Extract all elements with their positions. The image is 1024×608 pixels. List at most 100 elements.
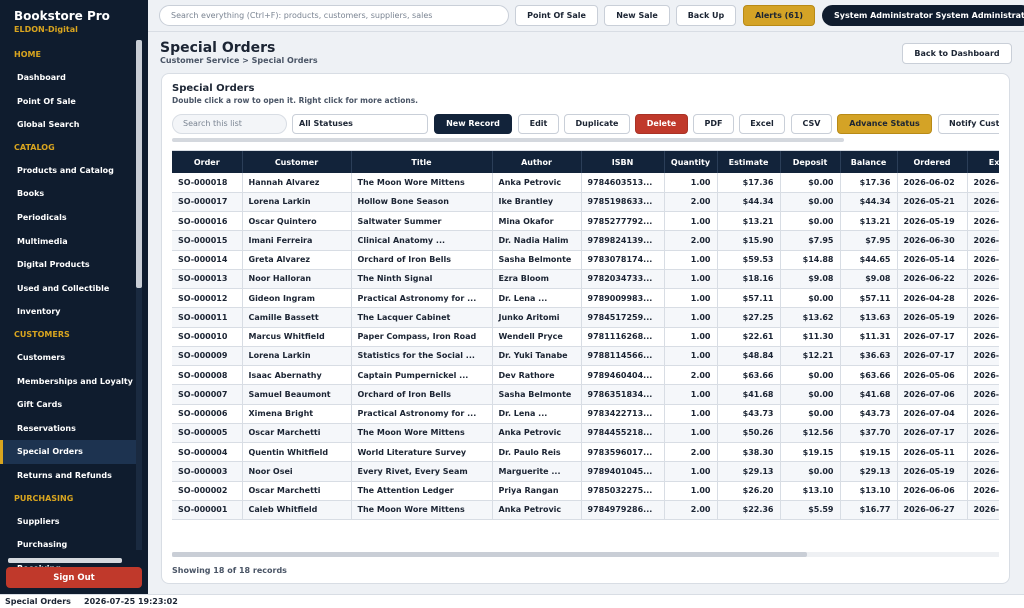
sidebar-item-memberships-and-loyalty[interactable]: Memberships and Loyalty — [0, 370, 136, 394]
sign-out-button[interactable]: Sign Out — [6, 567, 142, 588]
excel-export-button[interactable]: Excel — [739, 114, 785, 134]
cell-estimate: $57.11 — [717, 288, 781, 309]
global-search-input[interactable]: Search everything (Ctrl+F): products, cu… — [159, 5, 509, 26]
column-header-balance[interactable]: Balance — [840, 151, 898, 173]
sidebar-item-special-orders[interactable]: Special Orders — [0, 440, 136, 464]
table-row[interactable]: SO-000004 Quentin Whitfield World Literatu… — [172, 442, 999, 463]
cell-customer: Marcus Whitfield — [242, 327, 352, 347]
sidebar-item-multimedia[interactable]: Multimedia — [0, 230, 136, 254]
new-record-button[interactable]: New Record — [434, 114, 512, 134]
cell-deposit: $12.56 — [780, 423, 841, 444]
column-header-isbn[interactable]: ISBN — [581, 151, 665, 173]
table-row[interactable]: SO-000010 Marcus Whitfield Paper Compass, … — [172, 327, 999, 347]
table-row[interactable]: SO-000003 Noor Osei Every Rivet, Every Sea… — [172, 461, 999, 482]
cell-author: Sasha Belmonte — [492, 384, 582, 405]
cell-customer: Camille Bassett — [242, 307, 352, 328]
table-row[interactable]: SO-000009 Lorena Larkin Statistics for the… — [172, 346, 999, 367]
cell-isbn: 9784455218... — [581, 423, 665, 444]
sidebar-item-periodicals[interactable]: Periodicals — [0, 206, 136, 230]
cell-order: SO-000004 — [172, 442, 243, 463]
cell-balance: $37.70 — [840, 423, 898, 444]
back-up-button[interactable]: Back Up — [676, 5, 736, 26]
table-row[interactable]: SO-000011 Camille Bassett The Lacquer Cabi… — [172, 307, 999, 328]
column-header-expected[interactable]: Expected — [967, 151, 999, 173]
cell-title: Practical Astronomy for ... — [351, 288, 493, 309]
toolbar-horizontal-scrollbar[interactable] — [172, 138, 844, 142]
duplicate-button[interactable]: Duplicate — [564, 114, 630, 134]
back-to-dashboard-button[interactable]: Back to Dashboard — [902, 43, 1012, 64]
delete-button[interactable]: Delete — [635, 114, 688, 134]
cell-quantity: 1.00 — [664, 404, 718, 424]
new-sale-button[interactable]: New Sale — [604, 5, 670, 26]
sidebar-item-suppliers[interactable]: Suppliers — [0, 510, 136, 534]
pdf-export-button[interactable]: PDF — [693, 114, 734, 134]
table-row[interactable]: SO-000012 Gideon Ingram Practical Astronom… — [172, 288, 999, 309]
cell-author: Ezra Bloom — [492, 269, 582, 290]
column-header-title[interactable]: Title — [351, 151, 493, 173]
table-row[interactable]: SO-000014 Greta Alvarez Orchard of Iron Be… — [172, 250, 999, 270]
sidebar-item-gift-cards[interactable]: Gift Cards — [0, 393, 136, 417]
cell-quantity: 2.00 — [664, 365, 718, 386]
sidebar-item-returns-and-refunds[interactable]: Returns and Refunds — [0, 464, 136, 488]
table-horizontal-scrollbar[interactable] — [172, 552, 807, 557]
column-header-author[interactable]: Author — [492, 151, 582, 173]
csv-export-button[interactable]: CSV — [791, 114, 832, 134]
column-header-order[interactable]: Order — [172, 151, 243, 173]
cell-quantity: 1.00 — [664, 423, 718, 444]
sidebar-item-global-search[interactable]: Global Search — [0, 113, 136, 137]
cell-expected: 2026-07-... — [967, 230, 999, 251]
sidebar-item-dashboard[interactable]: Dashboard — [0, 66, 136, 90]
column-header-estimate[interactable]: Estimate — [717, 151, 781, 173]
sidebar-item-inventory[interactable]: Inventory — [0, 300, 136, 324]
advance-status-button[interactable]: Advance Status — [837, 114, 932, 134]
table-row[interactable]: SO-000007 Samuel Beaumont Orchard of Iron … — [172, 384, 999, 405]
cell-deposit: $13.62 — [780, 307, 841, 328]
column-header-ordered[interactable]: Ordered — [897, 151, 968, 173]
edit-button[interactable]: Edit — [518, 114, 559, 134]
cell-order: SO-000009 — [172, 346, 243, 367]
table-row[interactable]: SO-000002 Oscar Marchetti The Attention Le… — [172, 481, 999, 501]
table-row[interactable]: SO-000017 Lorena Larkin Hollow Bone Season… — [172, 192, 999, 213]
table-row[interactable]: SO-000016 Oscar Quintero Saltwater Summer M… — [172, 211, 999, 232]
alerts-button[interactable]: Alerts (61) — [743, 5, 815, 26]
table-row[interactable]: SO-000001 Caleb Whitfield The Moon Wore Mi… — [172, 500, 999, 521]
sidebar-item-point-of-sale[interactable]: Point Of Sale — [0, 90, 136, 114]
sidebar-item-used-and-collectible[interactable]: Used and Collectible — [0, 277, 136, 301]
sidebar-item-products-and-catalog[interactable]: Products and Catalog — [0, 159, 136, 183]
column-header-deposit[interactable]: Deposit — [780, 151, 841, 173]
table-row[interactable]: SO-000018 Hannah Alvarez The Moon Wore Mit… — [172, 173, 999, 193]
status-filter-select[interactable]: All Statuses — [292, 114, 428, 134]
table-row[interactable]: SO-000005 Oscar Marchetti The Moon Wore Mi… — [172, 423, 999, 444]
sidebar-item-purchasing[interactable]: Purchasing — [0, 533, 136, 557]
sidebar-item-customers[interactable]: Customers — [0, 346, 136, 370]
cell-ordered: 2026-05-11 — [897, 442, 968, 463]
sidebar-horizontal-scrollbar[interactable] — [8, 558, 122, 563]
cell-customer: Noor Halloran — [242, 269, 352, 290]
cell-ordered: 2026-05-06 — [897, 365, 968, 386]
notify-customer-button[interactable]: Notify Customer — [938, 114, 999, 134]
table-row[interactable]: SO-000015 Imani Ferreira Clinical Anatomy … — [172, 230, 999, 251]
cell-estimate: $44.34 — [717, 192, 781, 213]
cell-quantity: 1.00 — [664, 173, 718, 193]
table-row[interactable]: SO-000013 Noor Halloran The Ninth Signal Ez… — [172, 269, 999, 290]
cell-customer: Isaac Abernathy — [242, 365, 352, 386]
cell-author: Sasha Belmonte — [492, 250, 582, 270]
cell-order: SO-000018 — [172, 173, 243, 193]
sidebar-item-reservations[interactable]: Reservations — [0, 417, 136, 441]
cell-deposit: $0.00 — [780, 173, 841, 193]
table-row[interactable]: SO-000008 Isaac Abernathy Captain Pumperni… — [172, 365, 999, 386]
table-row[interactable]: SO-000006 Ximena Bright Practical Astronom… — [172, 404, 999, 424]
cell-balance: $36.63 — [840, 346, 898, 367]
cell-isbn: 9784603513... — [581, 173, 665, 193]
cell-customer: Caleb Whitfield — [242, 500, 352, 521]
cell-title: Orchard of Iron Bells — [351, 384, 493, 405]
top-bar: Search everything (Ctrl+F): products, cu… — [148, 0, 1024, 32]
column-header-customer[interactable]: Customer — [242, 151, 352, 173]
column-header-quantity[interactable]: Quantity — [664, 151, 718, 173]
sidebar-item-digital-products[interactable]: Digital Products — [0, 253, 136, 277]
user-menu[interactable]: System Administrator System Administrato… — [822, 5, 1024, 26]
sidebar-scrollbar[interactable] — [136, 40, 142, 288]
sidebar-item-books[interactable]: Books — [0, 182, 136, 206]
point-of-sale-button[interactable]: Point Of Sale — [515, 5, 598, 26]
list-search-input[interactable]: Search this list — [172, 114, 287, 134]
